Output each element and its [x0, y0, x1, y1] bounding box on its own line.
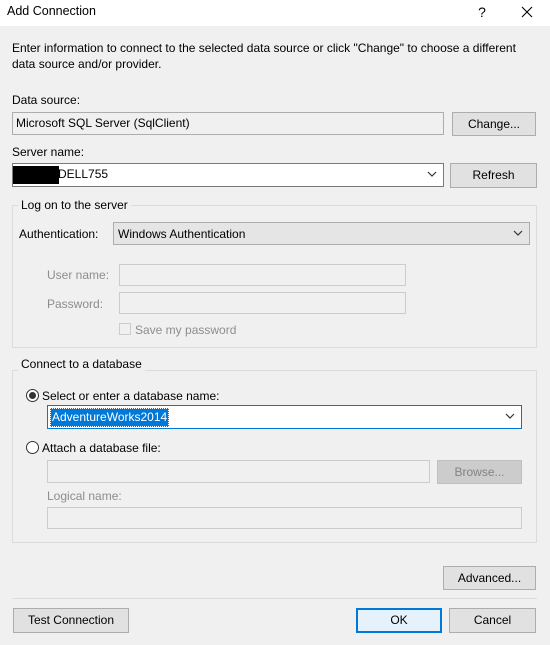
save-password-checkbox[interactable] — [119, 323, 131, 335]
server-name-label: Server name: — [12, 145, 85, 159]
ok-button[interactable]: OK — [356, 608, 442, 633]
authentication-label: Authentication: — [19, 227, 99, 241]
attach-database-label: Attach a database file: — [42, 441, 161, 455]
chevron-down-icon[interactable] — [513, 230, 523, 236]
advanced-button[interactable]: Advanced... — [443, 566, 536, 590]
close-icon — [521, 6, 533, 18]
authentication-combo[interactable]: Windows Authentication — [113, 222, 530, 245]
password-input[interactable] — [119, 292, 406, 314]
database-file-input[interactable] — [47, 460, 430, 483]
select-database-label: Select or enter a database name: — [42, 389, 220, 403]
cancel-button[interactable]: Cancel — [449, 608, 536, 633]
database-name-value: AdventureWorks2014 — [50, 408, 170, 427]
intro-text: Enter information to connect to the sele… — [12, 41, 516, 71]
window-title: Add Connection — [7, 4, 96, 18]
user-name-input[interactable] — [119, 264, 406, 286]
bottom-separator — [12, 598, 537, 599]
save-password-label: Save my password — [135, 323, 237, 337]
chevron-down-icon[interactable] — [427, 171, 437, 177]
password-label: Password: — [47, 297, 104, 311]
logical-name-input[interactable] — [47, 507, 522, 529]
browse-button[interactable]: Browse... — [437, 460, 522, 484]
attach-database-radio[interactable] — [26, 441, 39, 454]
change-button[interactable]: Change... — [452, 112, 536, 136]
chevron-down-icon[interactable] — [505, 413, 515, 419]
logical-name-label: Logical name: — [47, 489, 122, 503]
user-name-label: User name: — [47, 268, 110, 282]
radio-selected-dot — [29, 392, 36, 399]
select-database-radio[interactable] — [26, 389, 39, 402]
authentication-value: Windows Authentication — [118, 227, 246, 241]
close-button[interactable] — [516, 2, 538, 22]
server-name-value: DELL755 — [58, 167, 109, 181]
logon-group-label: Log on to the server — [18, 198, 131, 212]
test-connection-button[interactable]: Test Connection — [13, 608, 129, 633]
database-name-combo[interactable]: AdventureWorks2014 — [47, 405, 522, 429]
redacted-block — [13, 166, 59, 184]
server-name-combo[interactable]: DELL755 — [12, 163, 444, 187]
data-source-field: Microsoft SQL Server (SqlClient) — [12, 112, 444, 135]
data-source-label: Data source: — [12, 93, 81, 107]
help-button[interactable]: ? — [472, 2, 492, 22]
refresh-button[interactable]: Refresh — [450, 163, 537, 188]
database-group-label: Connect to a database — [18, 357, 145, 371]
